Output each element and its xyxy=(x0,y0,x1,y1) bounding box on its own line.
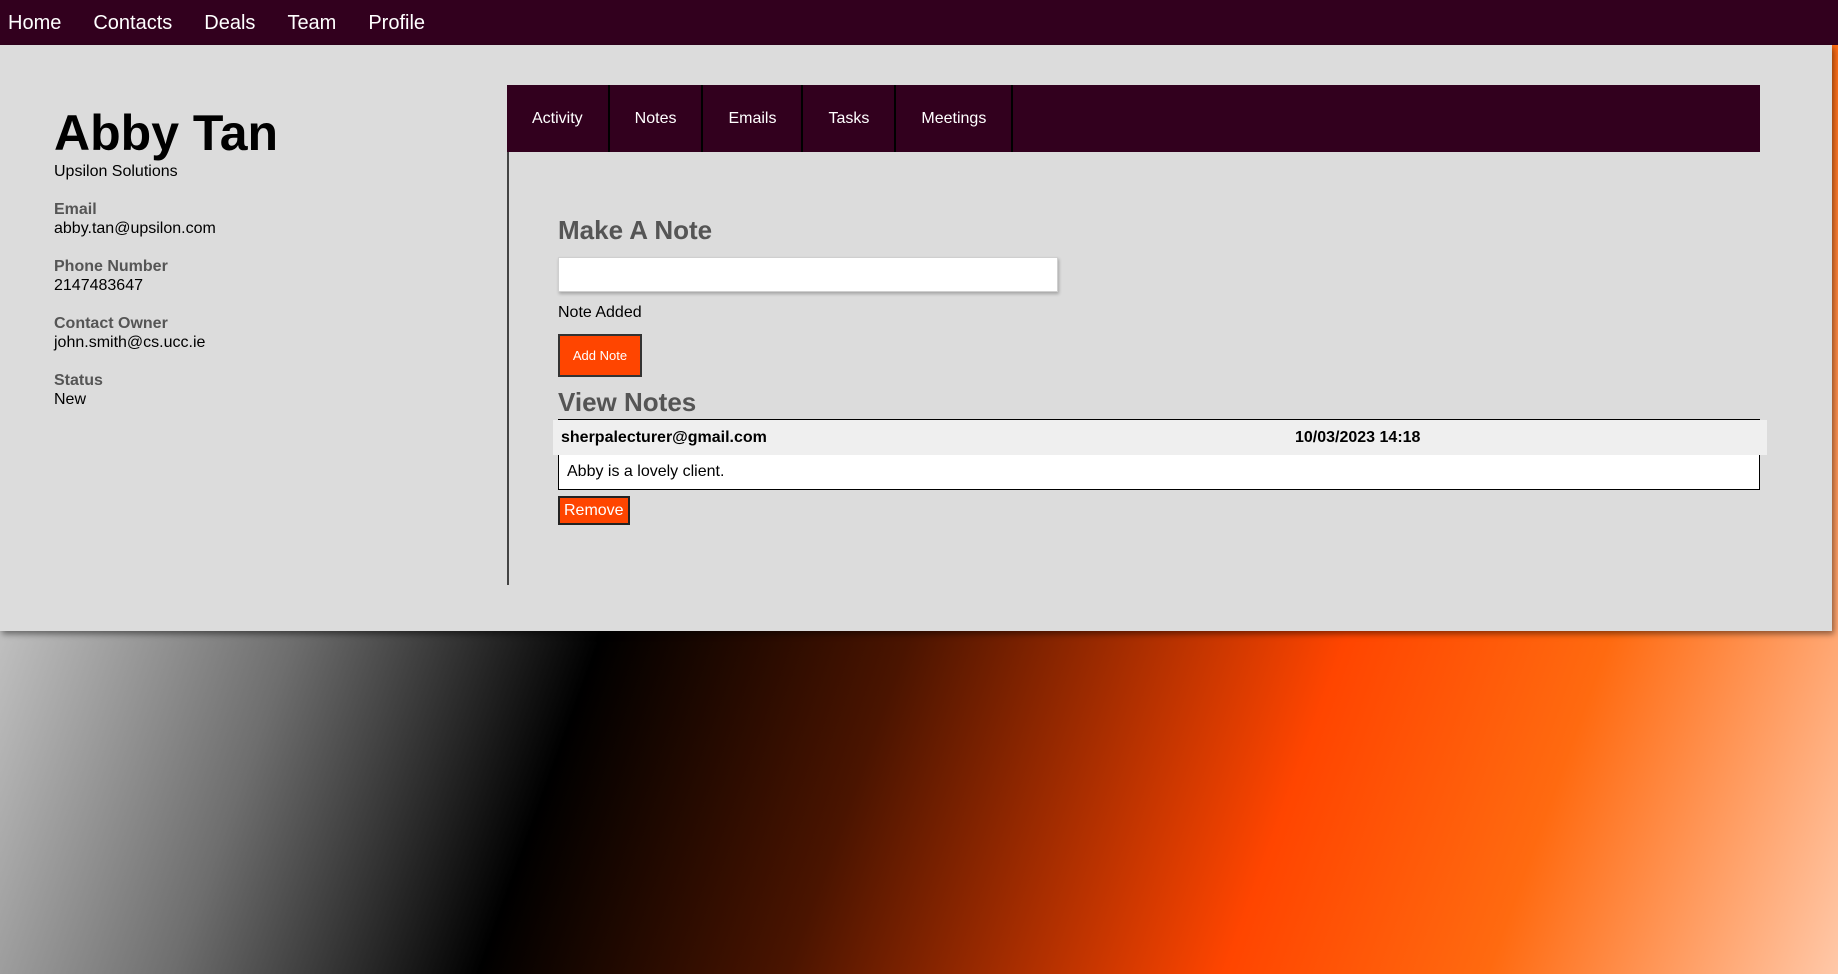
contact-name: Abby Tan xyxy=(54,105,279,161)
nav-link-profile[interactable]: Profile xyxy=(360,4,433,42)
panel-divider xyxy=(507,85,509,585)
contact-details: Abby Tan Upsilon Solutions Email abby.ta… xyxy=(54,105,474,409)
email-value: abby.tan@upsilon.com xyxy=(54,220,216,237)
add-note-button[interactable]: Add Note xyxy=(558,334,642,377)
phone-field: Phone Number 2147483647 xyxy=(54,258,474,295)
nav-link-home[interactable]: Home xyxy=(0,4,69,42)
phone-label: Phone Number xyxy=(54,258,168,275)
note-input[interactable] xyxy=(558,257,1058,292)
tab-meetings[interactable]: Meetings xyxy=(896,85,1014,152)
tab-bar: Activity Notes Emails Tasks Meetings xyxy=(507,85,1760,152)
nav-link-team[interactable]: Team xyxy=(279,4,344,42)
contact-company: Upsilon Solutions xyxy=(54,163,178,180)
owner-value: john.smith@cs.ucc.ie xyxy=(54,334,206,351)
notes-content: Make A Note Note Added Add Note View Not… xyxy=(553,215,1767,525)
email-field: Email abby.tan@upsilon.com xyxy=(54,201,474,238)
note-header: sherpalecturer@gmail.com 10/03/2023 14:1… xyxy=(553,420,1767,455)
nav-link-contacts[interactable]: Contacts xyxy=(85,4,180,42)
owner-label: Contact Owner xyxy=(54,315,168,332)
note-body: Abby is a lovely client. xyxy=(567,463,725,480)
note-status-message: Note Added xyxy=(558,304,642,321)
status-value: New xyxy=(54,391,87,408)
phone-value: 2147483647 xyxy=(54,277,143,294)
tab-notes[interactable]: Notes xyxy=(610,85,704,152)
remove-note-button[interactable]: Remove xyxy=(558,496,630,525)
make-note-title: Make A Note xyxy=(558,215,713,245)
tab-activity[interactable]: Activity xyxy=(507,85,610,152)
note-author: sherpalecturer@gmail.com xyxy=(561,428,767,446)
note-date: 10/03/2023 14:18 xyxy=(1295,428,1421,446)
status-field: Status New xyxy=(54,372,474,409)
owner-field: Contact Owner john.smith@cs.ucc.ie xyxy=(54,315,474,352)
view-notes-title: View Notes xyxy=(558,387,697,417)
contact-panel: Abby Tan Upsilon Solutions Email abby.ta… xyxy=(0,45,1832,631)
tab-emails[interactable]: Emails xyxy=(703,85,804,152)
tab-tasks[interactable]: Tasks xyxy=(803,85,897,152)
top-navigation: Home Contacts Deals Team Profile xyxy=(0,0,1838,45)
note-item: sherpalecturer@gmail.com 10/03/2023 14:1… xyxy=(553,419,1767,490)
email-label: Email xyxy=(54,201,97,218)
nav-link-deals[interactable]: Deals xyxy=(196,4,263,42)
status-label: Status xyxy=(54,372,103,389)
